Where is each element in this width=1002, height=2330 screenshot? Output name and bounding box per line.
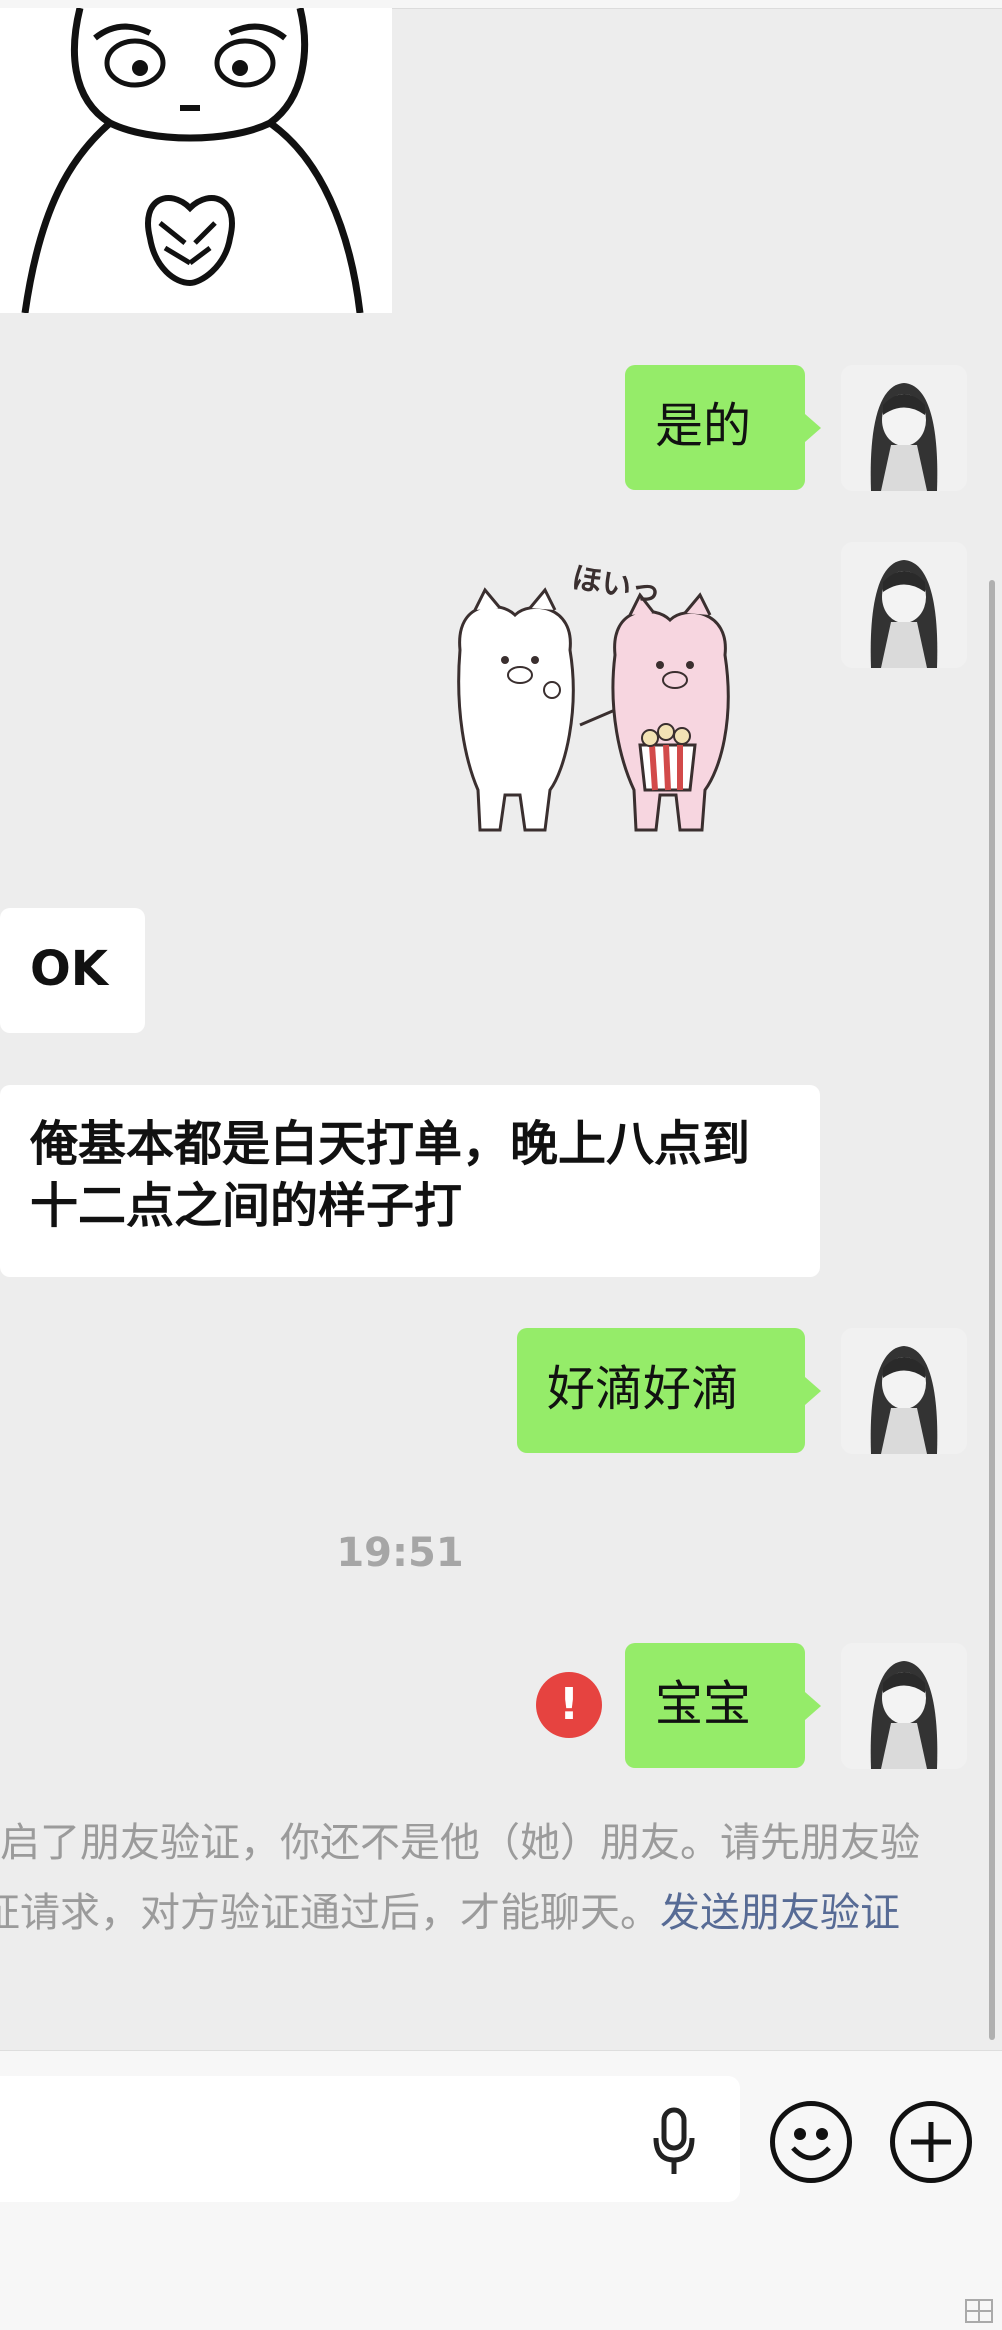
scrollbar[interactable] (989, 580, 995, 2040)
friend-verification-notice: 开启了朋友验证，你还不是他（她）朋友。请先朋友验证请求，对方验证通过后，才能聊天… (0, 1808, 920, 1948)
watermark-icon (965, 2299, 993, 2323)
message-text: 是的 (655, 398, 752, 454)
message-text: OK (30, 941, 108, 997)
message-bubble-outgoing[interactable]: 好滴好滴 (517, 1328, 821, 1453)
message-text: 俺基本都是白天打单，晚上八点到十二点之间的样子打 (30, 1116, 751, 1234)
input-toolbar (0, 2050, 1002, 2330)
my-avatar[interactable] (841, 365, 967, 491)
message-bubble-outgoing[interactable]: 是的 (625, 365, 821, 490)
message-input[interactable] (0, 2076, 740, 2202)
microphone-icon[interactable] (650, 2106, 698, 2178)
message-text: 宝宝 (655, 1676, 752, 1732)
bear-sticker[interactable]: ほいっ (440, 560, 770, 845)
emoji-icon (791, 2128, 831, 2161)
face-sticker[interactable] (0, 7, 392, 314)
message-timestamp: 19:51 (336, 1530, 464, 1576)
message-bubble-incoming[interactable]: 俺基本都是白天打单，晚上八点到十二点之间的样子打 (0, 1085, 820, 1277)
plus-icon (911, 2122, 951, 2162)
message-bubble-incoming[interactable]: OK (0, 908, 145, 1033)
chat-area: 是的 ほいっ OK 俺基本都是白天打单，晚上八点到十二点之间的样子打 好滴好滴 … (0, 0, 1002, 2050)
message-text: 好滴好滴 (547, 1361, 740, 1417)
send-friend-verification-link[interactable]: 发送朋友验证 (660, 1890, 900, 1936)
my-avatar[interactable] (841, 1643, 967, 1769)
my-avatar[interactable] (841, 542, 967, 668)
my-avatar[interactable] (841, 1328, 967, 1454)
emoji-button[interactable] (770, 2101, 852, 2183)
send-failed-icon[interactable]: ! (536, 1672, 602, 1738)
message-bubble-outgoing[interactable]: 宝宝 (625, 1643, 821, 1768)
more-button[interactable] (890, 2101, 972, 2183)
